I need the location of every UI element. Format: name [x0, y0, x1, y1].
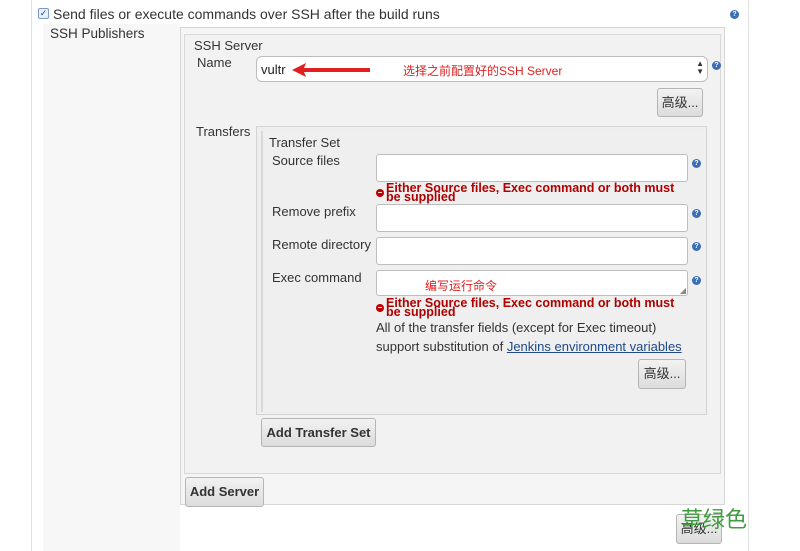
source-files-help-icon[interactable]: ? — [692, 159, 701, 168]
left-label-column — [43, 24, 180, 551]
remove-prefix-label: Remove prefix — [272, 204, 356, 219]
exec-command-annotation: 编写运行命令 — [425, 279, 498, 293]
ssh-publishers-label: SSH Publishers — [50, 26, 145, 41]
server-advanced-button[interactable]: 高级... — [657, 88, 703, 117]
remote-directory-label: Remote directory — [272, 237, 371, 252]
ssh-server-title: SSH Server — [194, 38, 263, 53]
add-server-button[interactable]: Add Server — [185, 477, 264, 507]
exec-command-error: Either Source files, Exec command or bot… — [386, 296, 675, 319]
add-transfer-set-button[interactable]: Add Transfer Set — [261, 418, 376, 447]
remote-directory-help-icon[interactable]: ? — [692, 242, 701, 251]
ssh-publish-checkbox-label: Send files or execute commands over SSH … — [53, 6, 440, 22]
error-icon: − — [376, 188, 384, 197]
remote-directory-input[interactable] — [376, 237, 688, 265]
resize-handle-icon[interactable]: ◢ — [680, 286, 686, 295]
name-help-icon[interactable]: ? — [712, 61, 721, 70]
select-arrows-icon: ▲ ▼ — [696, 59, 704, 76]
exec-command-textarea[interactable]: 编写运行命令 ◢ — [376, 270, 688, 296]
remove-prefix-help-icon[interactable]: ? — [692, 209, 701, 218]
jenkins-env-vars-link[interactable]: Jenkins environment variables — [507, 339, 682, 354]
exec-command-help-icon[interactable]: ? — [692, 276, 701, 285]
transfers-label: Transfers — [196, 124, 251, 139]
exec-command-label: Exec command — [272, 270, 362, 285]
transfer-set-title: Transfer Set — [269, 135, 341, 150]
error-icon: − — [376, 303, 384, 312]
source-files-error: Either Source files, Exec command or bot… — [386, 181, 675, 204]
source-files-label: Source files — [272, 153, 340, 168]
server-name-value: vultr — [261, 62, 286, 77]
remove-prefix-input[interactable] — [376, 204, 688, 232]
ssh-publish-checkbox[interactable]: ✓ — [38, 8, 49, 19]
red-arrow-annotation — [292, 63, 370, 77]
watermark: 草绿色 — [681, 507, 748, 532]
help-icon[interactable]: ? — [730, 10, 739, 19]
transfer-info-line1: All of the transfer fields (except for E… — [376, 320, 657, 335]
transfer-info-line2: support substitution of Jenkins environm… — [376, 339, 682, 354]
name-annotation: 选择之前配置好的SSH Server — [403, 64, 563, 78]
source-files-input[interactable] — [376, 154, 688, 182]
name-label: Name — [197, 55, 232, 70]
transfer-advanced-button[interactable]: 高级... — [638, 359, 686, 389]
